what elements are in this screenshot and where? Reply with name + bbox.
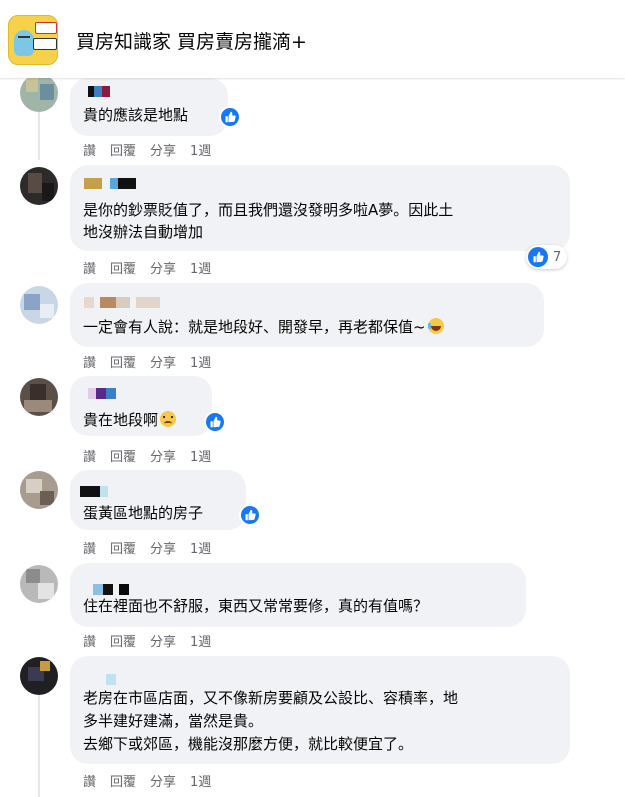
commenter-name[interactable] [88, 388, 116, 399]
sign-icon [33, 38, 57, 50]
share-link[interactable]: 分享 [150, 140, 176, 159]
like-link[interactable]: 讚 [83, 446, 96, 465]
reply-link[interactable]: 回覆 [110, 140, 136, 159]
commenter-name[interactable] [106, 674, 116, 685]
share-link[interactable]: 分享 [150, 258, 176, 277]
like-link[interactable]: 讚 [83, 538, 96, 557]
thread-line [38, 690, 40, 797]
like-link[interactable]: 讚 [83, 771, 96, 790]
cartoon-face-icon [14, 30, 34, 56]
comment-actions: 讚回覆 分享 1週 [83, 771, 225, 790]
avatar[interactable] [20, 286, 58, 324]
group-header: 買房知識家 買房賣房攏滴+ [0, 0, 625, 78]
group-avatar[interactable] [8, 15, 58, 65]
share-link[interactable]: 分享 [150, 446, 176, 465]
commenter-name[interactable] [80, 486, 108, 497]
commenter-name[interactable] [84, 297, 160, 308]
avatar[interactable] [20, 657, 58, 695]
comment-text: 貴在地段啊 [83, 409, 177, 431]
comment-text: 一定會有人說：就是地段好、開發早，再老都保值~ [83, 316, 444, 338]
timestamp[interactable]: 1週 [190, 258, 211, 277]
reply-link[interactable]: 回覆 [110, 771, 136, 790]
reply-link[interactable]: 回覆 [110, 446, 136, 465]
timestamp[interactable]: 1週 [190, 352, 211, 371]
comment-text: 去鄉下或郊區，機能沒那麼方便，就比較便宜了。 [83, 735, 414, 753]
timestamp[interactable]: 1週 [190, 631, 211, 650]
comment-text: 地沒辦法自動增加 [83, 223, 204, 241]
comment-actions: 讚回覆 分享 1週 [83, 258, 225, 277]
commenter-name[interactable] [88, 86, 110, 97]
like-link[interactable]: 讚 [83, 352, 96, 371]
commenter-name[interactable] [84, 178, 136, 189]
thread-line [38, 112, 40, 160]
comment-text: 住在裡面也不舒服，東西又常常要修，真的有值嗎？ [83, 597, 429, 615]
reply-link[interactable]: 回覆 [110, 631, 136, 650]
avatar[interactable] [20, 471, 58, 509]
comment-actions: 讚回覆 分享 1週 [83, 538, 225, 557]
like-link[interactable]: 讚 [83, 258, 96, 277]
comment-actions: 讚回覆 分享 1週 [83, 631, 225, 650]
timestamp[interactable]: 1週 [190, 538, 211, 557]
share-link[interactable]: 分享 [150, 771, 176, 790]
comment-actions: 讚回覆 分享 1週 [83, 140, 225, 159]
comment-actions: 讚回覆 分享 1週 [83, 352, 225, 371]
comment-actions: 讚回覆 分享 1週 [83, 446, 225, 465]
group-title[interactable]: 買房知識家 買房賣房攏滴+ [76, 27, 307, 54]
like-link[interactable]: 讚 [83, 631, 96, 650]
reply-link[interactable]: 回覆 [110, 352, 136, 371]
avatar[interactable] [20, 378, 58, 416]
like-reaction-icon[interactable] [219, 106, 241, 128]
reply-link[interactable]: 回覆 [110, 538, 136, 557]
comment-text: 老房在市區店面，又不像新房要顧及公設比、容積率，地 [83, 689, 459, 707]
share-link[interactable]: 分享 [150, 631, 176, 650]
laughing-emoji-icon [427, 318, 444, 334]
avatar[interactable] [20, 74, 58, 112]
reaction-count[interactable]: 7 [526, 245, 568, 269]
sign-icon [35, 22, 57, 34]
crying-emoji-icon [160, 411, 177, 427]
avatar[interactable] [20, 565, 58, 603]
comment-text: 蛋黃區地點的房子 [83, 504, 204, 522]
comment-text: 多半建好建滿，當然是貴。 [83, 712, 264, 730]
timestamp[interactable]: 1週 [190, 771, 211, 790]
comment-text: 貴的應該是地點 [83, 106, 189, 124]
like-reaction-icon[interactable] [204, 411, 226, 433]
comment-text: 是你的鈔票貶值了，而且我們還沒發明多啦A夢。因此土 [83, 201, 454, 219]
timestamp[interactable]: 1週 [190, 140, 211, 159]
avatar[interactable] [20, 167, 58, 205]
like-reaction-icon[interactable] [239, 504, 261, 526]
like-reaction-icon [528, 247, 548, 267]
share-link[interactable]: 分享 [150, 352, 176, 371]
commenter-name[interactable] [93, 584, 129, 595]
timestamp[interactable]: 1週 [190, 446, 211, 465]
reaction-number: 7 [553, 249, 562, 265]
reply-link[interactable]: 回覆 [110, 258, 136, 277]
like-link[interactable]: 讚 [83, 140, 96, 159]
share-link[interactable]: 分享 [150, 538, 176, 557]
